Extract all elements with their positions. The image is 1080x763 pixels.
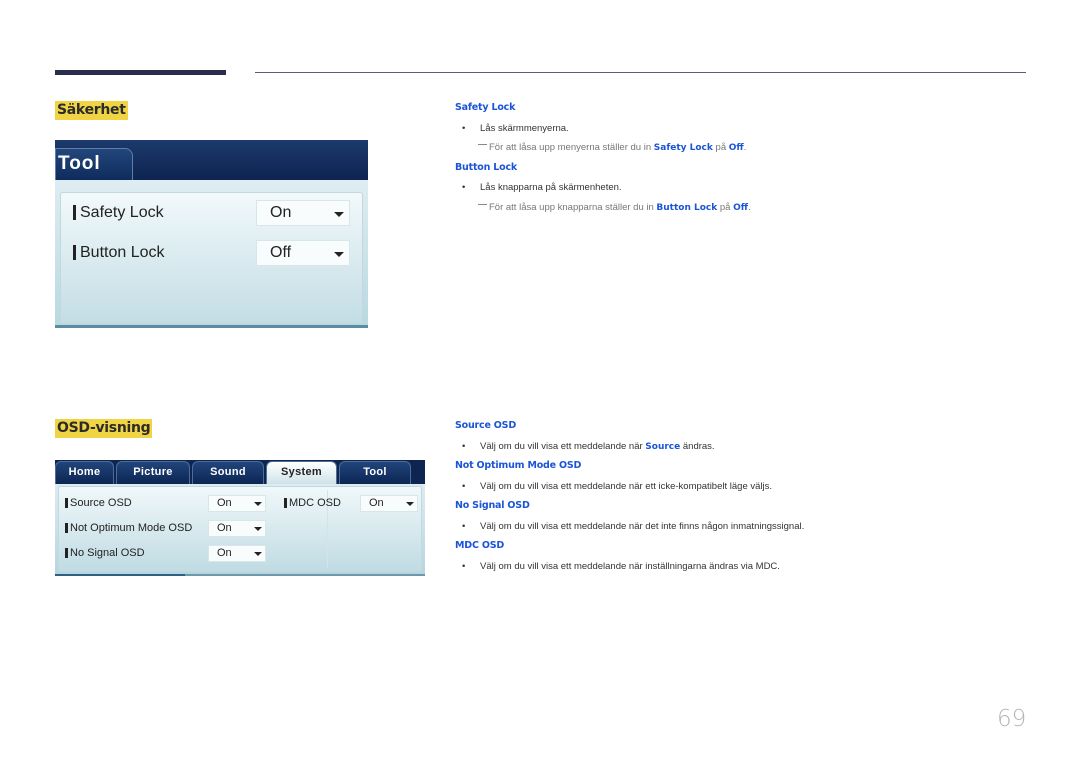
note-bold-value: Off [728, 143, 744, 153]
bullet-text: Lås knapparna på skärmenheten. [480, 182, 622, 193]
bullet-dot: • [462, 123, 466, 134]
label-marker [65, 548, 68, 559]
button-lock-label: Button Lock [73, 244, 165, 262]
not-optimum-mode-osd-select[interactable]: On [208, 520, 266, 537]
mdc-osd-value: On [369, 497, 384, 509]
chevron-down-icon [406, 502, 414, 506]
system-settings-panel: Home Picture Sound System Tool Source OS… [55, 460, 425, 576]
safety-lock-text: Safety Lock [80, 204, 164, 221]
note-safety-lock: För att låsa upp menyerna ställer du in … [478, 142, 746, 153]
safety-lock-value: On [270, 204, 292, 221]
note-text: . [743, 142, 747, 153]
mdc-osd-label: MDC OSD [284, 497, 341, 509]
bullet-dot: • [462, 441, 466, 452]
bullet-dot: • [462, 481, 466, 492]
note-dash-icon [478, 203, 487, 205]
bullet-text: Välj om du vill visa ett meddelande när … [480, 521, 805, 532]
button-lock-select[interactable]: Off [256, 240, 350, 266]
source-osd-text: Source OSD [70, 497, 132, 509]
bullet-text: Välj om du vill visa ett meddelande när … [480, 481, 773, 492]
label-marker [73, 205, 76, 221]
safety-lock-label: Safety Lock [73, 204, 164, 222]
note-text: För att låsa upp menyerna ställer du in [489, 142, 654, 153]
bullet-text: Välj om du vill visa ett meddelande när … [480, 561, 780, 572]
source-osd-select[interactable]: On [208, 495, 266, 512]
source-osd-value: On [217, 497, 232, 509]
chevron-down-icon [254, 552, 262, 556]
bullet-text-part: ändras. [680, 441, 715, 452]
tab-tool-label: Tool [58, 153, 101, 174]
bullet-dot: • [462, 561, 466, 572]
bullet-text-part: Välj om du vill visa ett meddelande när [480, 441, 646, 452]
panel-bottom-accent [55, 574, 185, 576]
bullet-dot: • [462, 521, 466, 532]
section-title-security: Säkerhet [55, 101, 128, 120]
note-text: . [748, 202, 751, 213]
note-bold-value: Off [733, 203, 749, 213]
chevron-down-icon [334, 212, 344, 217]
safety-lock-select[interactable]: On [256, 200, 350, 226]
no-signal-osd-value: On [217, 547, 232, 559]
bullet-bold-term: Source [645, 442, 681, 452]
header-accent-bar [55, 70, 226, 75]
heading-source-osd: Source OSD [455, 420, 517, 431]
heading-safety-lock: Safety Lock [455, 102, 516, 113]
not-optimum-mode-osd-value: On [217, 522, 232, 534]
chevron-down-icon [254, 527, 262, 531]
no-signal-osd-text: No Signal OSD [70, 547, 145, 559]
not-optimum-mode-osd-text: Not Optimum Mode OSD [70, 522, 193, 534]
tool-settings-panel: Tool Safety Lock On Button Lock Off [55, 140, 368, 328]
bullet-dot: • [462, 182, 466, 193]
label-marker [65, 498, 68, 509]
tab-tool[interactable]: Tool [339, 461, 411, 484]
no-signal-osd-select[interactable]: On [208, 545, 266, 562]
note-bold-term: Safety Lock [653, 143, 713, 153]
bullet-text: Lås skärmmenyerna. [480, 123, 569, 134]
tab-system[interactable]: System [266, 461, 337, 484]
note-button-lock: För att låsa upp knapparna ställer du in… [478, 202, 751, 213]
tab-sound[interactable]: Sound [192, 461, 264, 484]
bullet-text: Välj om du vill visa ett meddelande när … [480, 441, 715, 452]
label-marker [65, 523, 68, 534]
section-title-osd: OSD-visning [55, 419, 153, 438]
tab-picture[interactable]: Picture [116, 461, 190, 484]
note-text: på [717, 202, 734, 213]
header-rule [255, 72, 1026, 73]
heading-no-signal-osd: No Signal OSD [455, 500, 530, 511]
note-text: För att låsa upp knapparna ställer du in [489, 202, 657, 213]
button-lock-value: Off [270, 244, 292, 261]
tab-home[interactable]: Home [55, 461, 114, 484]
heading-mdc-osd: MDC OSD [455, 540, 505, 551]
not-optimum-mode-osd-label: Not Optimum Mode OSD [65, 522, 192, 534]
note-dash-icon [478, 143, 487, 145]
mdc-osd-select[interactable]: On [360, 495, 418, 512]
note-bold-term: Button Lock [656, 203, 718, 213]
tab-tool[interactable]: Tool [55, 148, 133, 180]
heading-button-lock: Button Lock [455, 162, 518, 173]
chevron-down-icon [254, 502, 262, 506]
mdc-osd-text: MDC OSD [289, 497, 341, 509]
chevron-down-icon [334, 252, 344, 257]
page-number: 69 [997, 706, 1027, 732]
heading-not-optimum-mode-osd: Not Optimum Mode OSD [455, 460, 582, 471]
button-lock-text: Button Lock [80, 244, 165, 261]
no-signal-osd-label: No Signal OSD [65, 547, 145, 559]
source-osd-label: Source OSD [65, 497, 132, 509]
panel-bottom-border [55, 325, 368, 328]
label-marker [284, 498, 287, 509]
note-text: på [712, 142, 729, 153]
label-marker [73, 245, 76, 261]
